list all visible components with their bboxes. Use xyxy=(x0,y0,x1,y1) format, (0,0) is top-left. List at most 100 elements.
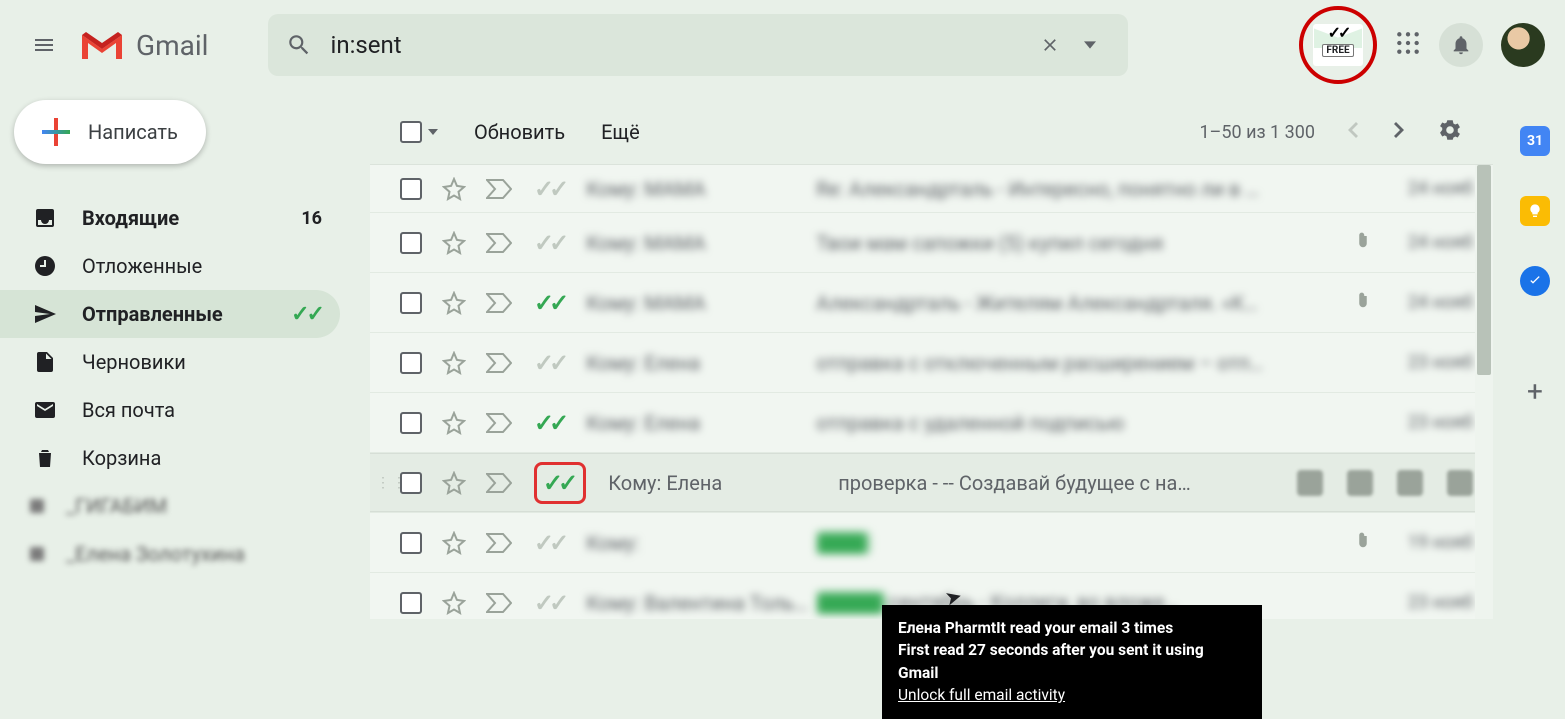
notifications-button[interactable] xyxy=(1439,23,1483,67)
importance-button[interactable] xyxy=(486,233,512,253)
row-checkbox[interactable] xyxy=(400,292,422,314)
calendar-addon[interactable]: 31 xyxy=(1520,126,1550,156)
delete-button[interactable] xyxy=(1347,470,1373,496)
next-page-button[interactable] xyxy=(1391,122,1407,142)
row-checkbox[interactable] xyxy=(400,532,422,554)
email-subject xyxy=(816,530,1343,555)
email-subject: Твои мам сапожки (5) купил сегодня xyxy=(816,231,1343,255)
search-input[interactable] xyxy=(330,31,1030,59)
track-status-icon[interactable]: ✓✓ xyxy=(534,289,564,317)
star-icon xyxy=(442,411,466,435)
email-row[interactable]: ✓✓ Кому: 19 нояб xyxy=(370,513,1493,573)
account-avatar[interactable] xyxy=(1501,23,1545,67)
sidebar-user-label[interactable]: _Елена Золотухина xyxy=(0,530,340,578)
sidebar-item-label: _Елена Золотухина xyxy=(66,542,322,566)
checkbox-icon[interactable] xyxy=(400,121,422,143)
email-row[interactable]: ✓✓ Кому: МАМА Александрталь - Жителям Ал… xyxy=(370,273,1493,333)
search-bar[interactable] xyxy=(268,14,1128,76)
attachment-icon xyxy=(1353,231,1373,255)
star-icon xyxy=(442,177,466,201)
keep-addon[interactable] xyxy=(1520,196,1550,226)
star-button[interactable] xyxy=(442,471,466,495)
star-button[interactable] xyxy=(442,291,466,315)
row-checkbox[interactable] xyxy=(400,412,422,434)
compose-label: Написать xyxy=(88,120,178,144)
close-icon xyxy=(1040,35,1060,55)
chevron-right-icon xyxy=(1391,122,1407,138)
sidebar-item-inbox[interactable]: Входящие 16 xyxy=(0,194,340,242)
sidebar-item-label: _ГИГАБИМ xyxy=(66,494,322,518)
email-row[interactable]: ⋮⋮ ✓✓ Кому: Елена проверка - -- Создавай… xyxy=(370,453,1493,513)
sidebar-item-sent[interactable]: Отправленные ✓✓ xyxy=(0,290,340,338)
importance-button[interactable] xyxy=(486,473,512,493)
header-right: ✓✓ FREE xyxy=(1299,6,1545,84)
star-button[interactable] xyxy=(442,177,466,201)
sidebar-user-label[interactable]: _ГИГАБИМ xyxy=(0,482,340,530)
star-button[interactable] xyxy=(442,351,466,375)
track-status-icon[interactable]: ✓✓ xyxy=(534,409,564,437)
get-addons-button[interactable]: + xyxy=(1520,376,1550,406)
caret-down-icon[interactable] xyxy=(428,127,438,137)
importance-icon xyxy=(486,353,512,373)
row-checkbox[interactable] xyxy=(400,352,422,374)
email-row[interactable]: ✓✓ Кому: МАМА Re: Александрталь - Интере… xyxy=(370,165,1493,213)
email-row[interactable]: ✓✓ Кому: Елена отправка с отключенным ра… xyxy=(370,333,1493,393)
row-checkbox[interactable] xyxy=(400,178,422,200)
track-status-icon[interactable]: ✓✓ xyxy=(534,529,564,557)
importance-button[interactable] xyxy=(486,293,512,313)
hamburger-icon xyxy=(32,33,56,57)
star-button[interactable] xyxy=(442,231,466,255)
list-scrollbar[interactable] xyxy=(1475,165,1493,619)
track-status-icon[interactable]: ✓✓ xyxy=(534,229,564,257)
importance-button[interactable] xyxy=(486,533,512,553)
email-subject: отправка с удаленной подписью xyxy=(816,411,1373,435)
mailtrack-extension-highlight[interactable]: ✓✓ FREE xyxy=(1299,6,1377,84)
settings-button[interactable] xyxy=(1437,117,1463,147)
gmail-logo[interactable]: Gmail xyxy=(78,27,208,63)
drag-handle-icon[interactable]: ⋮⋮ xyxy=(376,475,408,491)
label-color-icon xyxy=(30,547,44,561)
email-date: 23 нояб xyxy=(1383,412,1473,433)
star-button[interactable] xyxy=(442,411,466,435)
refresh-button[interactable]: Обновить xyxy=(474,120,565,144)
importance-icon xyxy=(486,413,512,433)
mark-unread-button[interactable] xyxy=(1397,470,1423,496)
attachment-icon xyxy=(1353,291,1373,315)
compose-button[interactable]: Написать xyxy=(14,100,206,164)
track-status-icon[interactable]: ✓✓ xyxy=(534,589,564,617)
email-row[interactable]: ✓✓ Кому: Елена отправка с удаленной подп… xyxy=(370,393,1493,453)
row-checkbox[interactable] xyxy=(400,592,422,614)
sidebar-item-label: Корзина xyxy=(82,446,322,470)
row-checkbox[interactable] xyxy=(400,232,422,254)
clear-search-button[interactable] xyxy=(1030,25,1070,65)
archive-button[interactable] xyxy=(1297,470,1323,496)
importance-button[interactable] xyxy=(486,593,512,613)
snooze-button[interactable] xyxy=(1447,470,1473,496)
importance-button[interactable] xyxy=(486,353,512,373)
select-all[interactable] xyxy=(400,121,438,143)
star-button[interactable] xyxy=(442,531,466,555)
email-row[interactable]: ✓✓ Кому: МАМА Твои мам сапожки (5) купил… xyxy=(370,213,1493,273)
tooltip-unlock-link[interactable]: Unlock full email activity xyxy=(898,684,1246,706)
star-button[interactable] xyxy=(442,591,466,615)
search-options-button[interactable] xyxy=(1070,25,1110,65)
track-status-icon[interactable]: ✓✓ xyxy=(534,462,586,504)
sidebar-item-trash[interactable]: Корзина xyxy=(0,434,340,482)
scrollbar-thumb[interactable] xyxy=(1477,165,1491,375)
google-apps-button[interactable] xyxy=(1395,30,1421,60)
mailtrack-tooltip: Елена PharmtIt read your email 3 times F… xyxy=(882,605,1262,719)
label-color-icon xyxy=(30,499,44,513)
track-status-icon[interactable]: ✓✓ xyxy=(534,349,564,377)
email-sender: Кому: МАМА xyxy=(586,177,816,201)
sidebar-item-snoozed[interactable]: Отложенные xyxy=(0,242,340,290)
track-status-icon[interactable]: ✓✓ xyxy=(534,175,564,203)
tasks-addon[interactable] xyxy=(1520,266,1550,296)
more-button[interactable]: Ещё xyxy=(601,120,640,144)
sidebar-item-drafts[interactable]: Черновики xyxy=(0,338,340,386)
main-menu-button[interactable] xyxy=(20,21,68,69)
importance-button[interactable] xyxy=(486,413,512,433)
sidebar-item-allmail[interactable]: Вся почта xyxy=(0,386,340,434)
email-sender: Кому: Елена xyxy=(608,471,838,495)
prev-page-button[interactable] xyxy=(1345,122,1361,142)
importance-button[interactable] xyxy=(486,179,512,199)
